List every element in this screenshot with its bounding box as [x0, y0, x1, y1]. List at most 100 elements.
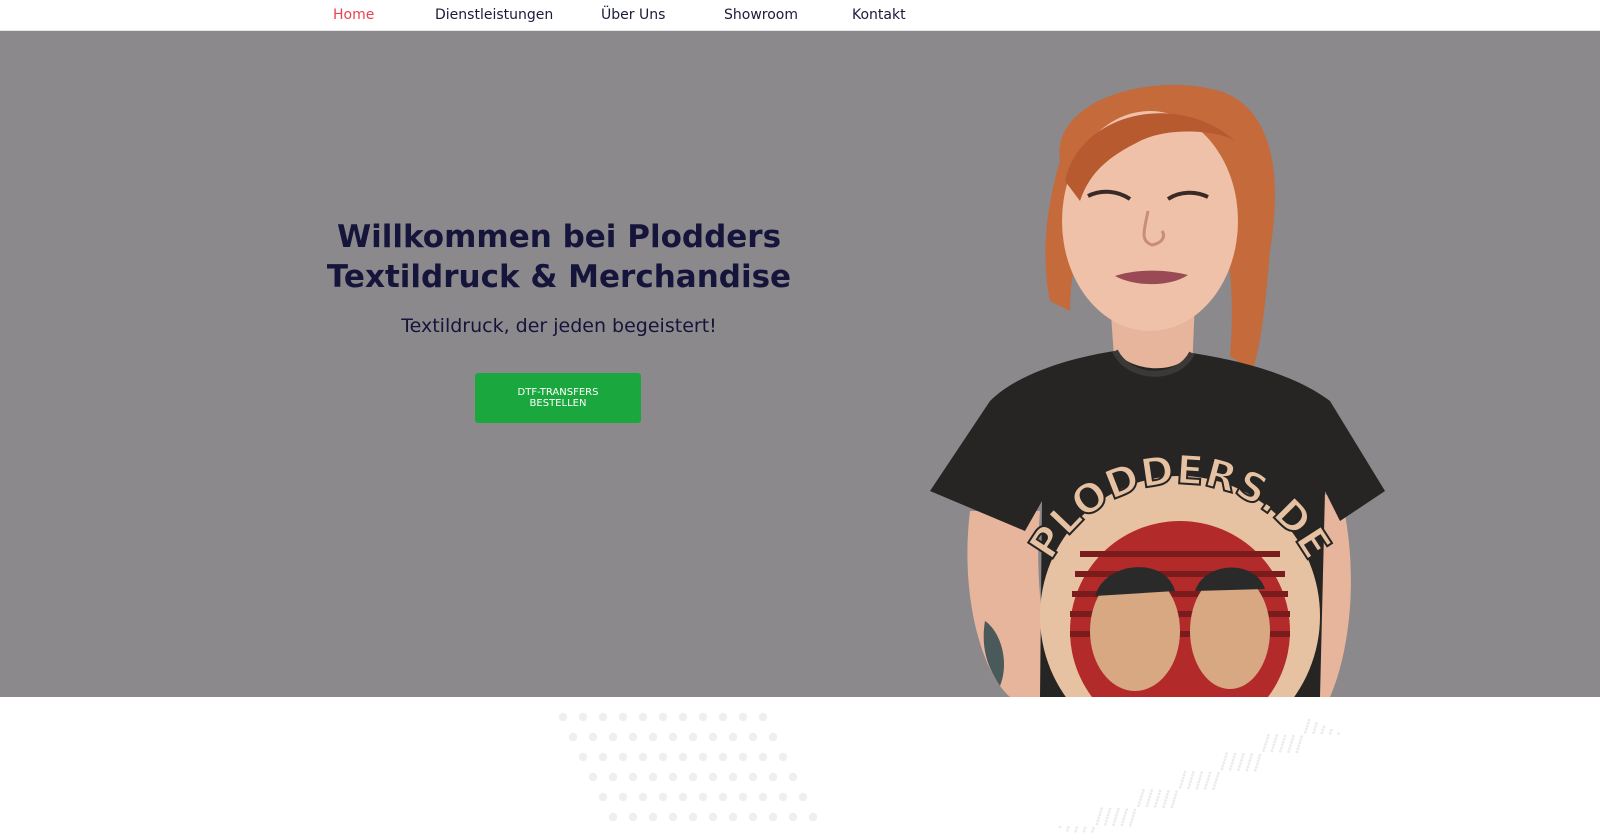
decorative-speckle	[1207, 774, 1211, 778]
decorative-speckle	[1220, 767, 1224, 771]
nav-item-showroom[interactable]: Showroom	[724, 7, 798, 23]
decorative-speckle	[1122, 817, 1126, 821]
decorative-dot	[638, 792, 648, 802]
decorative-speckle	[1255, 762, 1259, 766]
decorative-dot	[628, 812, 638, 822]
decorative-speckle	[1082, 829, 1086, 833]
decorative-dot	[718, 752, 728, 762]
decorative-speckle	[1113, 820, 1116, 823]
decorative-dot	[708, 732, 718, 742]
decorative-speckle	[1178, 785, 1182, 789]
decorative-speckle	[1104, 819, 1108, 823]
decorative-speckle	[1172, 799, 1176, 803]
decorative-speckle	[1271, 746, 1275, 750]
decorative-speckle	[1229, 764, 1233, 768]
decorative-speckle	[1165, 792, 1169, 796]
decorative-speckle	[1150, 789, 1154, 793]
decorative-speckle	[1149, 792, 1153, 796]
decorative-dot	[678, 712, 688, 722]
decorative-speckle	[1230, 761, 1234, 765]
decorative-speckle	[1148, 795, 1152, 799]
decorative-speckle	[1108, 807, 1112, 811]
decorative-dot	[798, 792, 808, 802]
decorative-speckle	[1291, 734, 1295, 738]
dot-pattern-svg	[558, 712, 1341, 833]
decorative-dot	[628, 772, 638, 782]
nav-item-home[interactable]: Home	[333, 7, 374, 23]
decorative-dot	[648, 732, 658, 742]
decorative-speckle	[1103, 822, 1107, 826]
decorative-speckle	[1065, 828, 1069, 832]
decorative-speckle	[1188, 783, 1191, 786]
decorative-speckle	[1283, 734, 1287, 738]
decorative-dot	[728, 732, 738, 742]
decorative-speckle	[1245, 768, 1249, 772]
decorative-speckle	[1175, 790, 1179, 794]
decorative-dot	[738, 712, 748, 722]
decorative-dot	[628, 732, 638, 742]
decorative-speckle	[1182, 773, 1186, 777]
hero-section: Willkommen bei Plodders Textildruck & Me…	[0, 31, 1600, 697]
decorative-speckle	[1288, 747, 1291, 750]
decorative-dot	[768, 812, 778, 822]
decorative-dot	[578, 752, 588, 762]
decorative-dot	[668, 812, 678, 822]
decorative-speckle	[1162, 805, 1166, 809]
decorative-speckle	[1120, 823, 1124, 827]
top-navigation: Home Dienstleistungen Über Uns Showroom …	[0, 0, 1600, 31]
decorative-speckle	[1307, 718, 1311, 722]
hero-subtitle: Textildruck, der jeden begeistert!	[401, 315, 717, 337]
decorative-dot	[738, 792, 748, 802]
nav-item-ueber-uns[interactable]: Über Uns	[601, 7, 665, 23]
decorative-speckle	[1190, 773, 1194, 777]
decorative-speckle	[1157, 792, 1161, 796]
decorative-speckle	[1275, 734, 1279, 738]
nav-item-kontakt[interactable]: Kontakt	[852, 7, 906, 23]
decorative-speckle	[1337, 732, 1341, 736]
decorative-speckle	[1248, 759, 1252, 763]
decorative-speckle	[1107, 810, 1111, 814]
decorative-speckle	[1066, 825, 1070, 829]
decorative-dot	[748, 772, 758, 782]
decorative-speckle	[1328, 731, 1332, 735]
decorative-speckle	[1228, 767, 1232, 771]
decorative-speckle	[1129, 820, 1133, 824]
decorative-speckle	[1125, 808, 1129, 812]
decorative-speckle	[1270, 749, 1274, 753]
decorative-speckle	[1280, 743, 1284, 747]
decorative-dot	[578, 712, 588, 722]
decorative-speckle	[1146, 801, 1150, 805]
decorative-speckle	[1174, 793, 1178, 797]
decorative-speckle	[1130, 817, 1134, 821]
decorative-speckle	[1296, 747, 1300, 751]
decorative-speckle	[1090, 829, 1094, 833]
decorative-speckle	[1239, 762, 1242, 765]
decorative-dot	[638, 752, 648, 762]
decorative-speckle	[1321, 728, 1325, 732]
decorative-dot	[558, 712, 568, 722]
dtf-transfers-order-button[interactable]: DTF-TRANSFERS BESTELLEN	[475, 373, 641, 423]
decorative-dot	[658, 712, 668, 722]
decorative-speckle	[1240, 759, 1243, 762]
decorative-speckle	[1181, 776, 1185, 780]
decorative-speckle	[1238, 765, 1241, 768]
decorative-speckle	[1204, 783, 1208, 787]
decorative-dot	[708, 812, 718, 822]
decorative-speckle	[1223, 758, 1227, 762]
hero-model-image: PLODDERS.DE	[930, 84, 1385, 697]
decorative-speckle	[1273, 740, 1277, 744]
decorative-speckle	[1237, 768, 1241, 772]
decorative-speckle	[1096, 819, 1100, 823]
decorative-speckle	[1315, 722, 1318, 725]
decorative-speckle	[1214, 781, 1217, 784]
decorative-speckle	[1115, 810, 1119, 814]
decorative-speckle	[1133, 808, 1137, 812]
decorative-speckle	[1290, 741, 1293, 744]
decorative-speckle	[1199, 774, 1203, 778]
decorative-speckle	[1145, 804, 1149, 808]
decorative-speckle	[1189, 780, 1192, 783]
nav-item-dienstleistungen[interactable]: Dienstleistungen	[435, 7, 553, 23]
decorative-speckle	[1240, 755, 1244, 759]
decorative-dot	[748, 812, 758, 822]
decorative-dot	[688, 772, 698, 782]
